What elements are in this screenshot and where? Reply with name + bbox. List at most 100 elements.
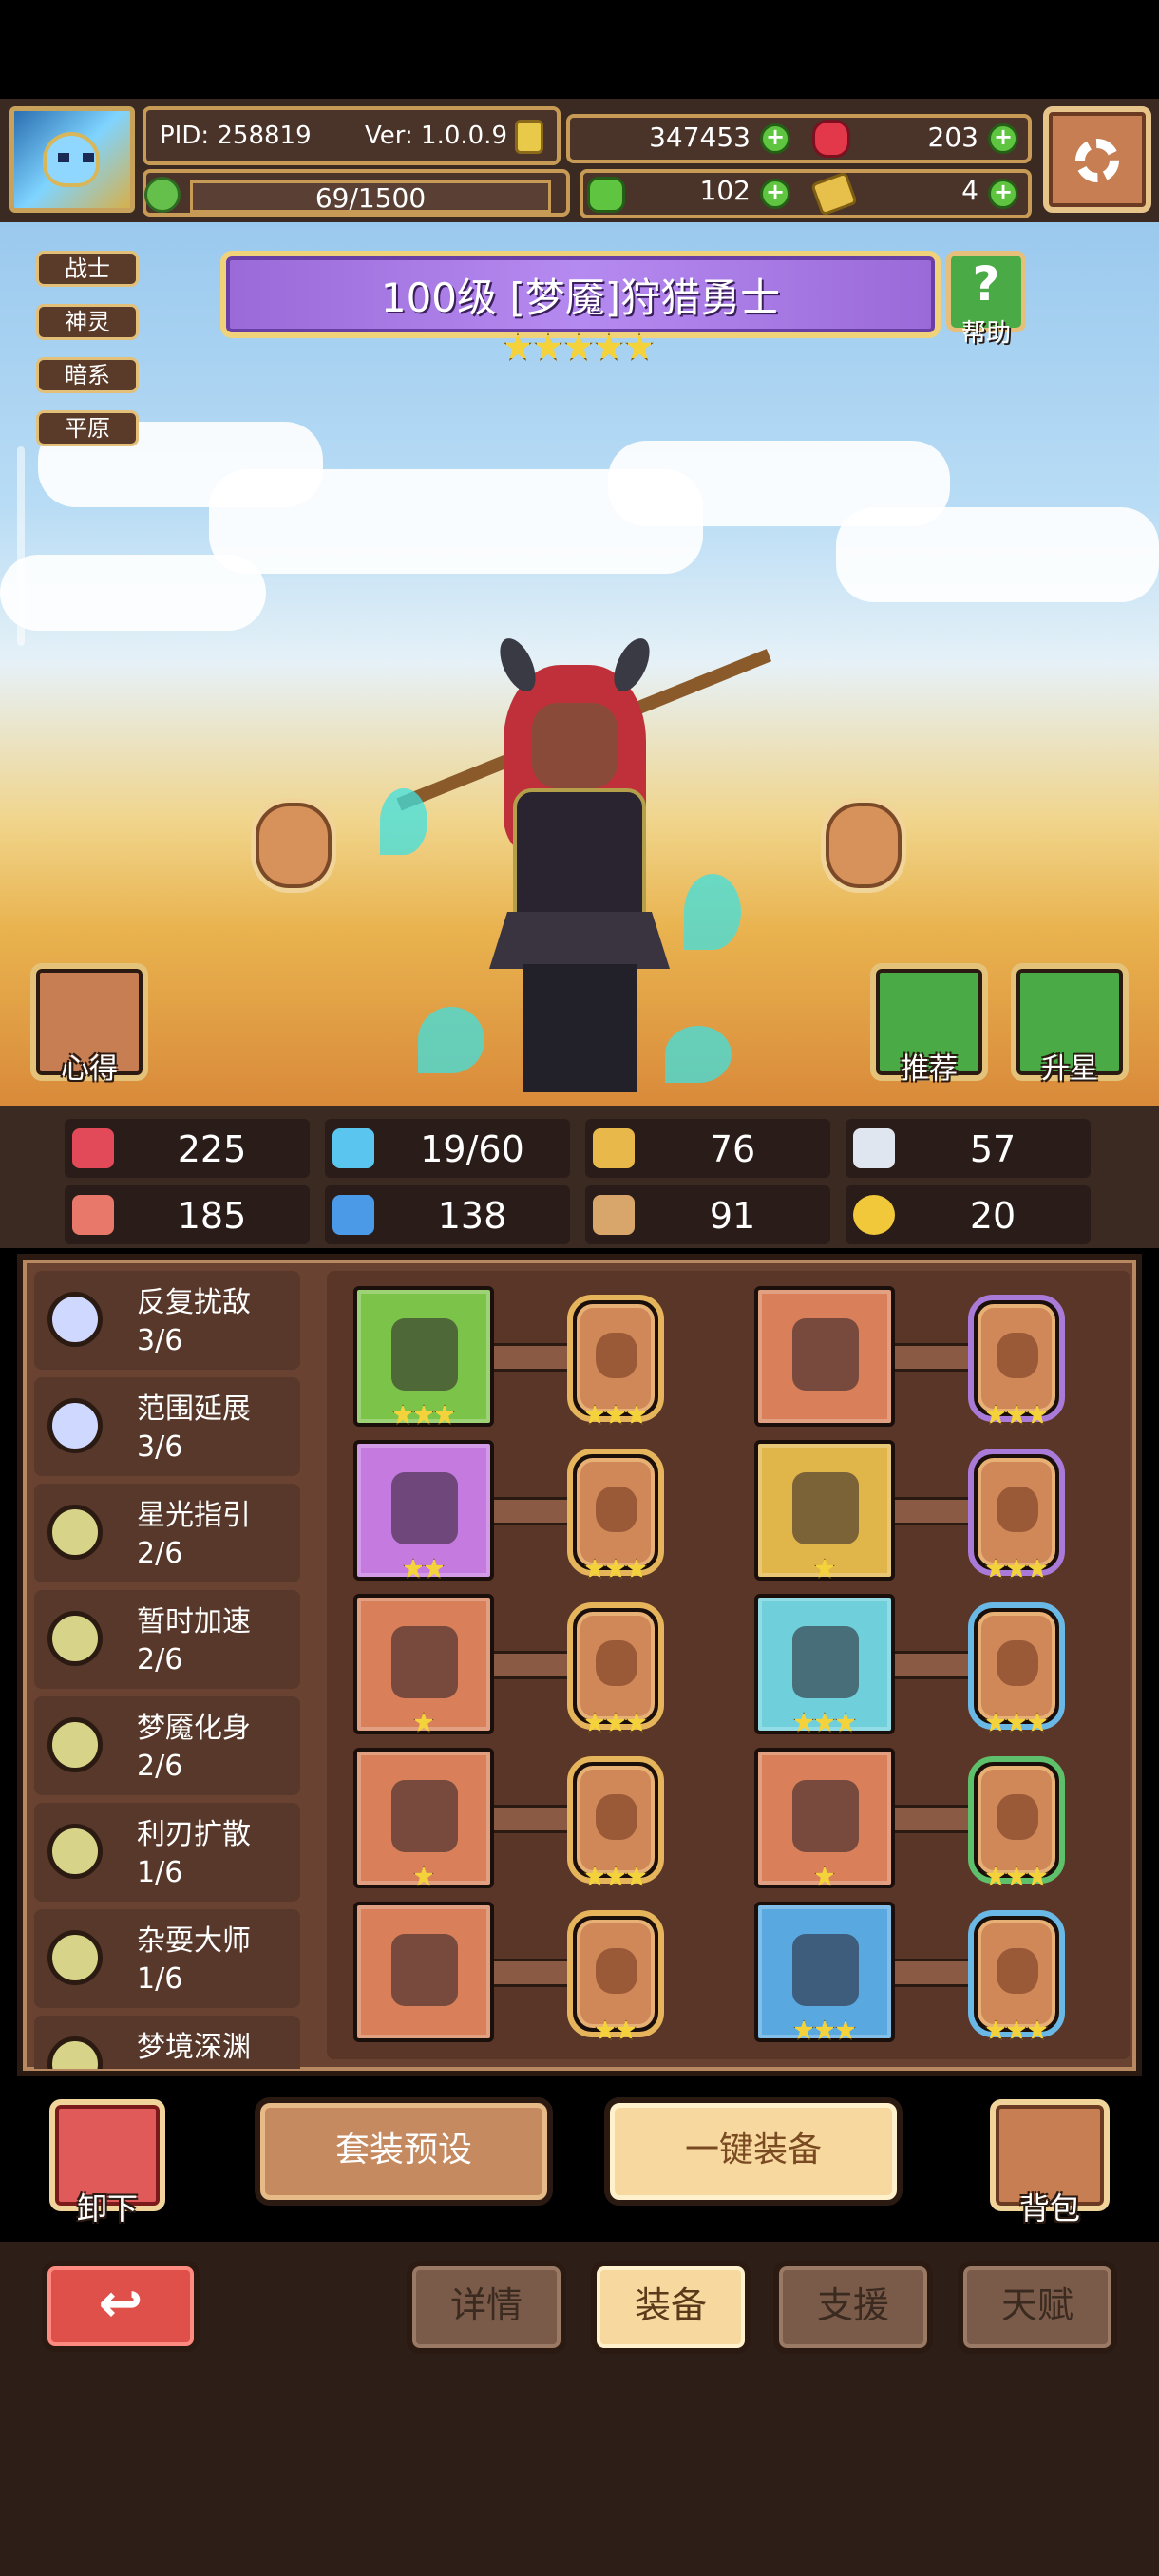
player-id: PID: 258819 <box>160 122 312 150</box>
tag-terrain[interactable]: 平原 <box>36 410 139 446</box>
star-icon <box>793 1712 814 1733</box>
rune-slot[interactable] <box>567 1756 664 1884</box>
set-bonus-name: 梦魇化身 <box>137 1712 251 1745</box>
tag-element[interactable]: 暗系 <box>36 357 139 393</box>
hero-star-rating <box>504 332 656 370</box>
equip-all-button[interactable]: 一键装备 <box>604 2097 902 2206</box>
set-bonus-name: 星光指引 <box>137 1499 251 1532</box>
star-icon <box>1027 1558 1048 1579</box>
tab-support[interactable]: 支援 <box>773 2261 933 2354</box>
set-bonus-item[interactable]: 暂时加速 2/6 <box>34 1590 300 1689</box>
rune-slot[interactable] <box>567 1449 664 1576</box>
rune-glyph-icon <box>596 1640 637 1686</box>
tab-equipment[interactable]: 装备 <box>591 2261 750 2354</box>
rune-slot[interactable] <box>968 1910 1065 2037</box>
version-label: Ver: 1.0.0.9 <box>365 122 507 150</box>
rune-slot[interactable] <box>567 1295 664 1422</box>
star-icon <box>504 332 532 361</box>
rune-slot[interactable] <box>968 1756 1065 1884</box>
item-star-rating <box>353 1558 494 1582</box>
set-bonus-item[interactable]: 梦魇化身 2/6 <box>34 1696 300 1795</box>
star-icon <box>814 1558 835 1579</box>
heart-icon <box>72 1128 114 1168</box>
clover-icon <box>587 177 625 213</box>
slot-connector <box>494 1343 572 1372</box>
set-bonus-item[interactable]: 杂耍大师 1/6 <box>34 1909 300 2008</box>
stat-speed-value: 57 <box>969 1128 1016 1170</box>
star-icon <box>595 332 623 361</box>
rune-glyph-icon <box>997 1794 1038 1840</box>
tab-details[interactable]: 详情 <box>407 2261 566 2354</box>
exp-value: 69/1500 <box>314 182 427 214</box>
flower-bracelet-icon <box>792 1780 859 1852</box>
tag-race[interactable]: 神灵 <box>36 304 139 340</box>
set-preset-button[interactable]: 套装预设 <box>255 2097 553 2206</box>
spirit-flame <box>684 874 741 950</box>
hero-title: 100级 [梦魇]狩猎勇士 <box>380 275 781 321</box>
stat-crit: 20 <box>846 1185 1091 1244</box>
hero-armor <box>513 788 646 931</box>
item-star-rating <box>960 1712 1074 1736</box>
dagger-icon <box>391 1472 458 1544</box>
armor-icon <box>792 1472 859 1544</box>
shield-icon <box>593 1128 635 1168</box>
star-icon <box>835 2019 856 2040</box>
ring-icon <box>391 1934 458 2006</box>
set-bonus-item[interactable]: 梦境深渊 <box>34 2016 300 2069</box>
item-star-rating <box>353 1866 494 1890</box>
stat-armor: 91 <box>585 1185 830 1244</box>
stat-defense: 76 <box>585 1119 830 1178</box>
next-hero-button[interactable] <box>821 798 906 893</box>
rune-glyph-icon <box>596 1487 637 1532</box>
golden-emblem-icon <box>391 1780 458 1852</box>
rune-glyph-icon <box>997 1487 1038 1532</box>
star-icon <box>1027 1712 1048 1733</box>
prev-hero-button[interactable] <box>251 798 336 893</box>
set-bonus-item[interactable]: 利刃扩散 1/6 <box>34 1803 300 1902</box>
recommend-label: 推荐 <box>901 1052 958 1086</box>
star-icon <box>413 1866 434 1886</box>
tab-talent[interactable]: 天赋 <box>958 2261 1117 2354</box>
back-button[interactable]: ↩ <box>42 2261 200 2352</box>
settings-button[interactable] <box>1043 106 1151 213</box>
hero-legs <box>522 964 636 1092</box>
set-bonus-item[interactable]: 星光指引 2/6 <box>34 1484 300 1582</box>
stat-magic-value: 138 <box>437 1195 507 1237</box>
item-star-rating <box>754 1866 895 1890</box>
item-star-rating <box>559 1866 673 1890</box>
set-bonus-item[interactable]: 范围延展 3/6 <box>34 1377 300 1476</box>
slot-connector <box>895 1959 973 1987</box>
set-bonus-list[interactable]: 反复扰敌 3/6 范围延展 3/6 星光指引 2/6 暂时加速 2/6 梦魇化身 2/6 利刃扩散 1… <box>34 1271 319 2069</box>
scroll-icon <box>792 1626 859 1698</box>
add-key-button[interactable]: + <box>988 179 1018 209</box>
rune-glyph-icon <box>997 1333 1038 1378</box>
rune-slot[interactable] <box>567 1910 664 2037</box>
rune-slot[interactable] <box>968 1602 1065 1730</box>
star-icon <box>985 1404 1006 1425</box>
star-icon <box>1006 1866 1027 1886</box>
slot-connector <box>494 1651 572 1679</box>
rune-glyph-icon <box>596 1794 637 1840</box>
rune-slot[interactable] <box>968 1295 1065 1422</box>
cloud <box>0 555 266 631</box>
set-emblem-icon <box>48 1611 103 1666</box>
set-bonus-count: 1/6 <box>137 1856 183 1889</box>
stat-attack-value: 185 <box>177 1195 247 1237</box>
add-clover-button[interactable]: + <box>760 179 790 209</box>
set-bonus-item[interactable]: 反复扰敌 3/6 <box>34 1271 300 1370</box>
stat-hp: 225 <box>65 1119 310 1178</box>
gold-coin-icon <box>515 120 543 154</box>
goggles-icon <box>792 1318 859 1391</box>
rune-slot[interactable] <box>567 1602 664 1730</box>
stat-magic: 138 <box>325 1185 570 1244</box>
star-icon <box>605 1712 626 1733</box>
player-avatar[interactable] <box>10 106 135 213</box>
star-icon <box>564 332 593 361</box>
tag-class[interactable]: 战士 <box>36 251 139 287</box>
rune-glyph-icon <box>997 1640 1038 1686</box>
star-up-label: 升星 <box>1041 1052 1098 1086</box>
scroll-indicator <box>17 446 25 646</box>
add-gold-button[interactable]: + <box>760 123 790 154</box>
rune-slot[interactable] <box>968 1449 1065 1576</box>
add-gem-button[interactable]: + <box>988 123 1018 154</box>
